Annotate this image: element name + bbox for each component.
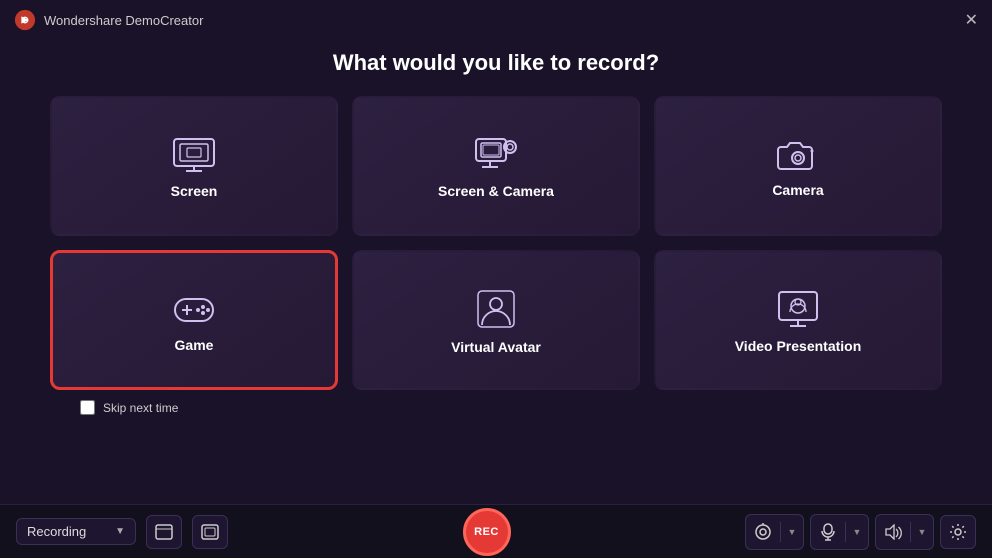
screen-icon xyxy=(172,137,216,173)
card-screen-camera[interactable]: Screen & Camera xyxy=(352,96,640,236)
card-virtual-avatar[interactable]: Virtual Avatar xyxy=(352,250,640,390)
card-screen-camera-label: Screen & Camera xyxy=(438,183,554,199)
card-camera-label: Camera xyxy=(772,182,823,198)
speaker-icon xyxy=(884,524,902,540)
webcam-group: ▼ xyxy=(745,514,804,550)
rec-label: REC xyxy=(474,526,499,538)
bottom-toolbar: Recording ▼ REC xyxy=(0,504,992,558)
toolbar-left: Recording ▼ xyxy=(16,515,228,549)
camera-icon xyxy=(777,138,819,172)
window-mode-button[interactable] xyxy=(146,515,182,549)
close-button[interactable]: ✕ xyxy=(965,10,978,30)
recording-dropdown[interactable]: Recording ▼ xyxy=(16,518,136,545)
dropdown-arrow-icon: ▼ xyxy=(115,526,125,537)
microphone-group: ▼ xyxy=(810,514,869,550)
card-game[interactable]: Game xyxy=(50,250,338,390)
microphone-icon xyxy=(820,523,836,541)
microphone-button[interactable] xyxy=(811,515,845,549)
app-logo-icon xyxy=(14,9,36,31)
page-heading: What would you like to record? xyxy=(30,50,962,76)
settings-button[interactable] xyxy=(940,515,976,549)
skip-checkbox[interactable] xyxy=(80,400,95,415)
recording-dropdown-text: Recording xyxy=(27,524,86,539)
card-game-label: Game xyxy=(175,337,214,353)
card-video-presentation[interactable]: Video Presentation xyxy=(654,250,942,390)
cards-grid: Screen Screen & Camera xyxy=(30,96,962,390)
speaker-group: ▼ xyxy=(875,514,934,550)
presentation-icon xyxy=(777,290,819,328)
card-camera[interactable]: Camera xyxy=(654,96,942,236)
toolbar-right: ▼ ▼ xyxy=(745,514,976,550)
title-bar-left: Wondershare DemoCreator xyxy=(14,9,203,31)
webcam-button[interactable] xyxy=(746,515,780,549)
webcam-icon xyxy=(754,523,772,541)
avatar-icon xyxy=(476,289,516,329)
fullscreen-icon xyxy=(201,524,219,540)
fullscreen-button[interactable] xyxy=(192,515,228,549)
skip-label: Skip next time xyxy=(103,401,178,415)
speaker-dropdown-arrow[interactable]: ▼ xyxy=(911,515,933,549)
card-screen[interactable]: Screen xyxy=(50,96,338,236)
mic-dropdown-arrow[interactable]: ▼ xyxy=(846,515,868,549)
game-icon xyxy=(171,291,217,327)
app-title: Wondershare DemoCreator xyxy=(44,13,203,28)
skip-row: Skip next time xyxy=(30,390,962,415)
card-video-presentation-label: Video Presentation xyxy=(735,338,862,354)
settings-icon xyxy=(949,523,967,541)
screen-camera-icon xyxy=(474,137,518,173)
title-bar: Wondershare DemoCreator ✕ xyxy=(0,0,992,40)
rec-button[interactable]: REC xyxy=(463,508,511,556)
webcam-dropdown-arrow[interactable]: ▼ xyxy=(781,515,803,549)
main-content: What would you like to record? Screen xyxy=(0,40,992,415)
toolbar-center: REC xyxy=(463,508,511,556)
window-icon xyxy=(155,524,173,540)
card-virtual-avatar-label: Virtual Avatar xyxy=(451,339,541,355)
speaker-button[interactable] xyxy=(876,515,910,549)
card-screen-label: Screen xyxy=(171,183,218,199)
